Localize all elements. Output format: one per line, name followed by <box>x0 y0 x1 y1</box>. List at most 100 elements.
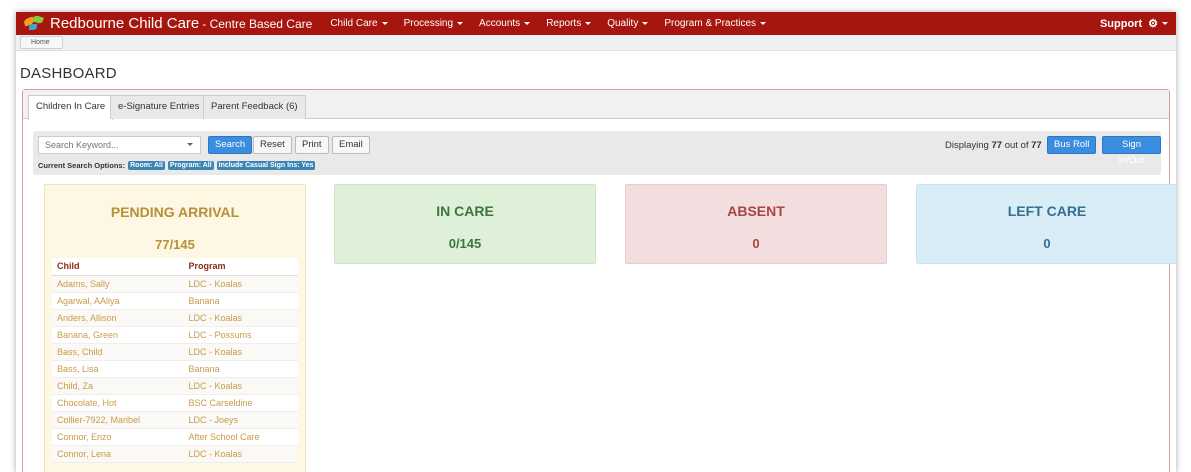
menu-label: Reports <box>546 18 582 29</box>
table-row[interactable]: Child, Za LDC - Koalas <box>52 377 298 395</box>
menu-quality[interactable]: Quality <box>607 18 649 29</box>
table-row[interactable]: Bass, Lisa Banana <box>52 360 298 378</box>
support-label: Support <box>1099 17 1143 30</box>
brand[interactable]: Redbourne Child Care - Centre Based Care <box>23 14 313 32</box>
app-window: Redbourne Child Care - Centre Based Care… <box>16 12 1176 472</box>
left-care-title: LEFT CARE <box>1007 203 1087 219</box>
caret-down-icon <box>642 22 649 25</box>
child-name[interactable]: Child, Za <box>52 377 184 395</box>
displaying-prefix: Displaying <box>945 140 989 151</box>
child-name[interactable]: Banana, Green <box>52 326 184 344</box>
main-menu: Child Care Processing Accounts Reports Q… <box>330 18 782 29</box>
gear-icon: ⚙ <box>1148 18 1158 30</box>
child-program: LDC - Koalas <box>183 377 298 395</box>
child-name[interactable]: Connor, Enzo <box>52 428 184 446</box>
displaying-mid: out of <box>1004 140 1029 151</box>
page-title: DASHBOARD <box>20 65 117 82</box>
menu-child-care[interactable]: Child Care <box>330 18 388 29</box>
breadcrumb: Home <box>16 35 1176 51</box>
absent-card: ABSENT 0 <box>625 184 887 264</box>
tab-parent-feedback[interactable]: Parent Feedback (6) <box>203 95 306 119</box>
email-button[interactable]: Email <box>332 136 370 154</box>
child-name[interactable]: Adams, Sally <box>52 275 184 293</box>
child-name[interactable]: Bass, Lisa <box>52 360 184 378</box>
absent-title: ABSENT <box>727 203 785 219</box>
child-name[interactable]: Anders, Allison <box>52 309 184 327</box>
option-tag-program[interactable]: Program: All <box>167 161 214 170</box>
menu-processing[interactable]: Processing <box>403 18 464 29</box>
caret-down-icon <box>760 22 767 25</box>
table-row[interactable]: Adams, Sally LDC - Koalas <box>52 275 298 293</box>
child-program: LDC - Joeys <box>183 411 298 429</box>
menu-label: Child Care <box>330 18 378 29</box>
child-program: BSC Carseldine <box>183 394 298 412</box>
brand-subtitle: - Centre Based Care <box>202 16 313 31</box>
displaying-shown: 77 <box>991 140 1003 151</box>
top-navbar: Redbourne Child Care - Centre Based Care… <box>16 12 1176 35</box>
pending-arrival-count: 77/145 <box>155 237 195 252</box>
tab-strip: Children In Care e-Signature Entries Par… <box>23 90 1169 120</box>
support-menu[interactable]: Support ⚙ <box>1100 17 1168 30</box>
pending-arrival-card: PENDING ARRIVAL 77/145 Child Program Ada… <box>44 184 306 472</box>
table-row[interactable]: Connor, Enzo After School Care <box>52 428 298 446</box>
option-tag-casual[interactable]: Include Casual Sign Ins: Yes <box>216 161 316 170</box>
child-name[interactable]: Chocolate, Hot <box>52 394 184 412</box>
child-program: LDC - Possums <box>183 326 298 344</box>
displaying-count: Displaying 77 out of 77 <box>945 140 1042 151</box>
child-program: LDC - Koalas <box>183 445 298 463</box>
pending-arrival-title: PENDING ARRIVAL <box>110 204 240 220</box>
options-label: Current Search Options: <box>38 161 126 170</box>
menu-program-practices[interactable]: Program & Practices <box>664 18 767 29</box>
child-name[interactable]: Agarwal, AAliya <box>52 292 184 310</box>
menu-label: Quality <box>607 18 639 29</box>
table-row[interactable]: Banana, Green LDC - Possums <box>52 326 298 344</box>
column-header-child: Child <box>52 258 184 276</box>
option-tag-room[interactable]: Room: All <box>128 161 165 170</box>
child-program: Banana <box>183 292 298 310</box>
menu-label: Accounts <box>479 18 521 29</box>
table-row[interactable]: Anders, Allison LDC - Koalas <box>52 309 298 327</box>
print-button[interactable]: Print <box>295 136 329 154</box>
child-program: After School Care <box>183 428 298 446</box>
child-program: LDC - Koalas <box>183 275 298 293</box>
caret-down-icon <box>457 22 464 25</box>
breadcrumb-home[interactable]: Home <box>20 36 63 49</box>
in-care-card: IN CARE 0/145 <box>334 184 596 264</box>
table-row[interactable]: Agarwal, AAliya Banana <box>52 292 298 310</box>
table-row[interactable]: Chocolate, Hot BSC Carseldine <box>52 394 298 412</box>
search-toolbar: Search Reset Print Email Displaying 77 o… <box>33 131 1161 175</box>
menu-label: Processing <box>403 18 454 29</box>
children-table: Child Program Adams, Sally LDC - Koalas A… <box>52 258 298 463</box>
sign-in-out-button[interactable]: Sign In/Out <box>1102 136 1161 166</box>
table-row[interactable]: Bass, Child LDC - Koalas <box>52 343 298 361</box>
left-care-count: 0 <box>1043 236 1051 251</box>
child-name[interactable]: Collier-7922, Maribel <box>52 411 184 429</box>
tab-children-in-care[interactable]: Children In Care <box>28 95 114 120</box>
child-name[interactable]: Bass, Child <box>52 343 184 361</box>
table-row[interactable]: Collier-7922, Maribel LDC - Joeys <box>52 411 298 429</box>
table-row[interactable]: Connor, Lena LDC - Koalas <box>52 445 298 463</box>
dropdown-caret-icon[interactable] <box>187 143 193 146</box>
tab-e-signature-entries[interactable]: e-Signature Entries <box>110 95 208 119</box>
bus-roll-button[interactable]: Bus Roll <box>1047 136 1097 154</box>
in-care-title: IN CARE <box>436 203 494 219</box>
absent-count: 0 <box>752 236 760 251</box>
brand-logo-icon <box>23 14 44 32</box>
reset-button[interactable]: Reset <box>253 136 292 154</box>
caret-down-icon <box>524 22 531 25</box>
search-button[interactable]: Search <box>208 136 253 154</box>
child-program: LDC - Koalas <box>183 309 298 327</box>
caret-down-icon <box>585 22 592 25</box>
table-header-row: Child Program <box>52 258 298 276</box>
menu-reports[interactable]: Reports <box>546 18 592 29</box>
search-keyword-input[interactable] <box>38 136 201 154</box>
child-program: Banana <box>183 360 298 378</box>
dashboard-panel: Children In Care e-Signature Entries Par… <box>22 89 1176 472</box>
brand-name: Redbourne Child Care <box>50 15 200 32</box>
left-care-card: LEFT CARE 0 <box>916 184 1176 264</box>
child-name[interactable]: Connor, Lena <box>52 445 184 463</box>
menu-label: Program & Practices <box>664 18 757 29</box>
in-care-count: 0/145 <box>448 236 482 251</box>
menu-accounts[interactable]: Accounts <box>479 18 531 29</box>
displaying-total: 77 <box>1031 140 1042 151</box>
